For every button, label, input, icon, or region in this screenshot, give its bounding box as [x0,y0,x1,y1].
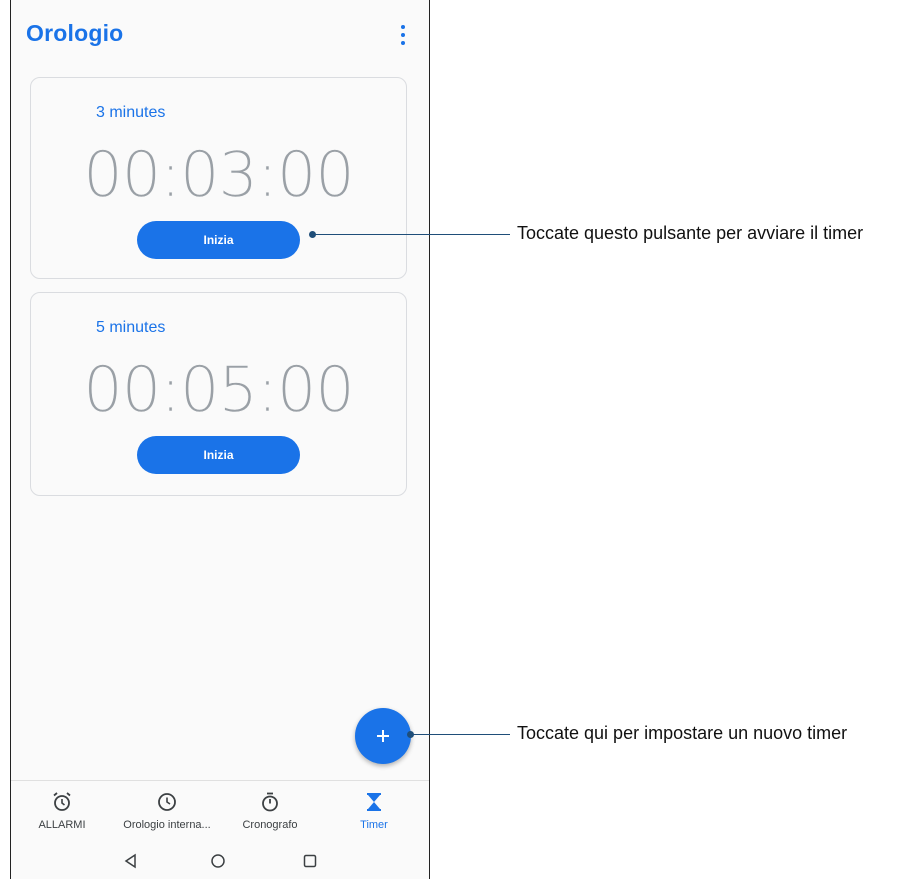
back-icon[interactable] [121,851,141,871]
bottom-navigation: ALLARMI Orologio interna... Cronografo T… [11,780,429,841]
recents-icon[interactable] [300,851,320,871]
page: Orologio 3 minutes 00:03:00 Inizia 5 min… [0,0,902,879]
nav-label: Orologio interna... [123,819,211,831]
timer-time: 00:05:00 [83,353,355,427]
stopwatch-icon [262,792,278,812]
plus-icon [377,730,389,742]
callout-start-timer: Toccate questo pulsante per avviare il t… [517,223,864,243]
phone-screen: Orologio 3 minutes 00:03:00 Inizia 5 min… [10,0,430,879]
home-icon[interactable] [208,851,228,871]
start-timer-button[interactable]: Inizia [137,436,300,474]
app-title: Orologio [26,20,124,46]
callout-new-timer: Toccate qui per impostare un nuovo timer [517,723,848,743]
system-navigation-bar [11,843,429,879]
start-timer-button[interactable]: Inizia [137,221,300,259]
nav-item-alarms[interactable]: ALLARMI [12,791,112,831]
clock-icon [158,793,176,811]
callout-line [410,734,510,735]
timer-label: 5 minutes [96,319,166,336]
timer-card[interactable]: 5 minutes 00:05:00 Inizia [30,292,407,496]
timer-time: 00:03:00 [83,138,355,212]
nav-label: Cronografo [242,819,298,831]
alarm-icon [53,792,71,811]
nav-label: ALLARMI [38,819,86,831]
callout-line [312,234,510,235]
timer-label: 3 minutes [96,104,166,121]
timer-card[interactable]: 3 minutes 00:03:00 Inizia [30,77,407,279]
hourglass-icon [367,793,381,811]
add-timer-button[interactable] [355,708,411,764]
nav-label: Timer [360,819,388,831]
nav-item-stopwatch[interactable]: Cronografo [220,791,320,831]
nav-item-world-clock[interactable]: Orologio interna... [117,791,217,831]
nav-item-timer[interactable]: Timer [324,791,424,831]
more-options-icon[interactable] [396,22,410,48]
